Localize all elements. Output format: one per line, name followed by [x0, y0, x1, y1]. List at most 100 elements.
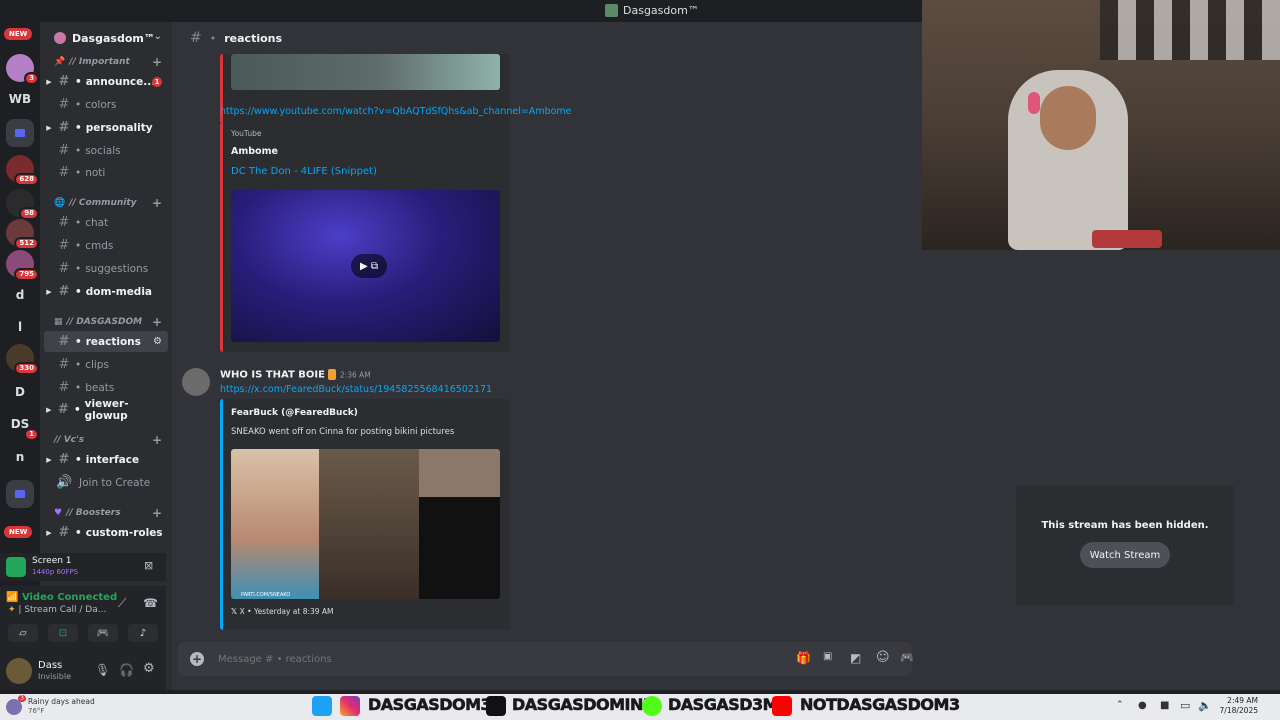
server-icon-l[interactable]: l	[6, 313, 34, 341]
category-dasgasdom[interactable]: ▦// DASGASDOM +	[54, 315, 162, 329]
add-channel-icon[interactable]: +	[152, 55, 162, 69]
apps-gamepad-icon[interactable]: 🎮	[900, 651, 914, 664]
channel-beats[interactable]: # • beats	[44, 377, 168, 398]
soundboard-icon[interactable]: ♪	[128, 624, 158, 642]
user-settings-gear-icon[interactable]: ⚙	[143, 661, 155, 676]
screen-share-icon	[6, 557, 26, 577]
voice-channel[interactable]: ✦ | Stream Call / Da...	[8, 605, 106, 615]
server-icon-D[interactable]: D	[6, 378, 34, 406]
avatar[interactable]	[6, 658, 32, 684]
embed-title-link[interactable]: DC The Don - 4LIFE (Snippet)	[231, 166, 377, 177]
server-icon-n[interactable]: n	[6, 443, 34, 471]
unread-badge: 1	[152, 76, 162, 87]
channel-interface[interactable]: ▶ # • interface	[44, 449, 168, 470]
add-channel-icon[interactable]: +	[152, 196, 162, 210]
channel-colors[interactable]: # • colors	[44, 94, 168, 115]
collapse-arrow-icon: ▶	[46, 405, 52, 414]
sticker-icon[interactable]: ◩	[850, 651, 861, 665]
channel-viewer-glowup[interactable]: ▶ # • viewer-glowup	[44, 398, 168, 422]
channel-announcements[interactable]: ▶ # • announce... 1	[44, 71, 168, 92]
watch-stream-button[interactable]: Watch Stream	[1080, 542, 1170, 568]
category-community[interactable]: 🌐// Community +	[54, 196, 162, 210]
server-icon[interactable]: 3	[6, 54, 39, 85]
server-icon[interactable]: 628	[6, 155, 39, 186]
taskbar: 3 Rainy days ahead 76°F DASGASDOM3 DASGA…	[0, 694, 1280, 720]
voice-status[interactable]: 📶 Video Connected	[6, 592, 117, 603]
server-folder-icon[interactable]	[6, 480, 34, 508]
channel-reactions[interactable]: # • reactions ⚙	[44, 331, 168, 352]
attach-plus-icon[interactable]: +	[190, 652, 204, 666]
channel-chat[interactable]: # • chat	[44, 212, 168, 233]
gif-icon[interactable]: ▣	[823, 651, 832, 662]
new-unreads-pill[interactable]: NEW	[4, 28, 33, 40]
weather-icon[interactable]: 3	[6, 695, 26, 715]
x-post-link[interactable]: https://x.com/FearedBuck/status/19458255…	[220, 384, 492, 395]
tray-app-icon[interactable]: ■	[1160, 700, 1169, 711]
twitter-icon	[312, 696, 332, 716]
youtube-icon	[772, 696, 792, 716]
new-unreads-pill[interactable]: NEW	[4, 526, 33, 538]
clock-date[interactable]: 7/18/2025	[1218, 706, 1258, 715]
server-icon[interactable]: 98	[6, 189, 39, 220]
activity-gamepad-icon[interactable]: 🎮	[88, 624, 118, 642]
volume-icon[interactable]: 🔈	[1198, 699, 1212, 712]
youtube-link[interactable]: https://www.youtube.com/watch?v=QbAQTdSf…	[220, 106, 572, 117]
add-channel-icon[interactable]: +	[152, 506, 162, 520]
screen-share-button-icon[interactable]: ⊡	[48, 624, 78, 642]
channel-join-to-create[interactable]: 🔊 Join to Create	[44, 472, 168, 493]
hash-icon: #	[58, 380, 70, 395]
embed-author[interactable]: Ambome	[231, 146, 278, 157]
avatar[interactable]	[182, 368, 210, 396]
hash-icon: #	[58, 357, 70, 372]
youtube-embed: YouTube Ambome DC The Don - 4LIFE (Snipp…	[220, 122, 510, 352]
channel-suggestions[interactable]: # • suggestions	[44, 258, 168, 279]
hash-icon: #	[58, 120, 70, 135]
message-author[interactable]: WHO IS THAT BOIE 2:36 AM	[220, 369, 371, 381]
channel-noti[interactable]: # • noti	[44, 162, 168, 183]
microphone-icon[interactable]: 🎙	[95, 663, 110, 677]
channel-clips[interactable]: # • clips	[44, 354, 168, 375]
chat-area: # • reactions https://www.youtube.com/wa…	[172, 22, 922, 690]
message-input[interactable]	[218, 650, 718, 668]
channel-custom-roles[interactable]: ▶ # • custom-roles	[44, 522, 168, 543]
category-boosters[interactable]: ♥// Boosters +	[54, 506, 162, 520]
weather-temp: 76°F	[28, 707, 45, 715]
gift-icon[interactable]: 🎁	[796, 651, 811, 665]
server-icon[interactable]: 330	[6, 344, 39, 375]
server-folder-icon[interactable]	[6, 119, 34, 147]
server-icon[interactable]: 512	[6, 219, 39, 250]
stop-stream-icon[interactable]: ⊠	[144, 559, 153, 572]
embed-author[interactable]: FearBuck (@FearedBuck)	[231, 408, 358, 418]
collapse-arrow-icon: ▶	[46, 528, 52, 537]
x-logo-icon: 𝕏	[231, 607, 240, 616]
category-important[interactable]: 📌// Important +	[54, 55, 162, 69]
noise-suppression-icon[interactable]: ⟋	[118, 596, 126, 611]
headphones-icon[interactable]: 🎧	[119, 663, 134, 677]
clock-time[interactable]: 2:49 AM	[1224, 696, 1258, 705]
channel-personality[interactable]: ▶ # • personality	[44, 117, 168, 138]
add-channel-icon[interactable]: +	[152, 315, 162, 329]
channel-cmds[interactable]: # • cmds	[44, 235, 168, 256]
category-vcs[interactable]: // Vc's +	[54, 433, 162, 447]
disconnect-icon[interactable]: ☎	[143, 596, 158, 610]
server-icon-ds[interactable]: DS 1	[6, 410, 39, 441]
server-icon-wb[interactable]: WB	[6, 85, 34, 113]
x-embed-image[interactable]: PARTI.COM/SNEAKO	[231, 449, 500, 599]
tray-chevron-up-icon[interactable]: ⌃	[1116, 700, 1124, 710]
hash-icon: #	[190, 30, 202, 46]
tray-app-icon[interactable]: ●	[1138, 700, 1147, 711]
server-header[interactable]: Dasgasdom™ ⌄	[40, 22, 172, 54]
embed-thumbnail[interactable]	[231, 54, 500, 90]
server-icon[interactable]: 795	[6, 250, 39, 281]
emoji-icon[interactable]: ☺	[876, 650, 890, 665]
channel-settings-gear-icon[interactable]: ⚙	[153, 336, 162, 347]
camera-off-icon[interactable]: ▱	[8, 624, 38, 642]
youtube-video-thumbnail[interactable]: ▶ ⧉	[231, 190, 500, 342]
network-icon[interactable]: ▭	[1180, 699, 1190, 712]
channel-dom-media[interactable]: ▶ # • dom-media	[44, 281, 168, 302]
add-channel-icon[interactable]: +	[152, 433, 162, 447]
weather-text: Rainy days ahead	[28, 697, 95, 706]
play-button-icon[interactable]: ▶ ⧉	[351, 254, 387, 278]
channel-socials[interactable]: # • socials	[44, 140, 168, 161]
server-icon-d[interactable]: d	[6, 281, 34, 309]
